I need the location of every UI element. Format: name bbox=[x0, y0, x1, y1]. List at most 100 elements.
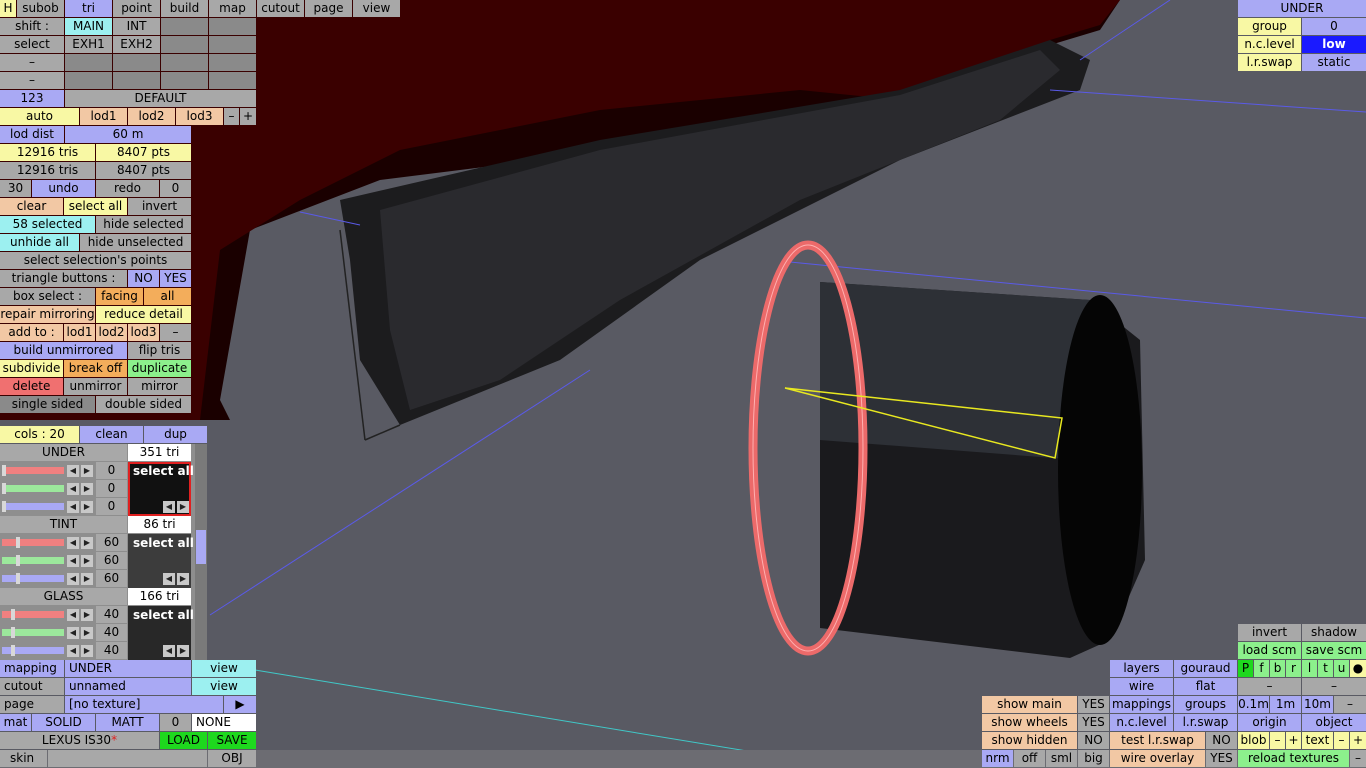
gouraud-button[interactable]: gouraud bbox=[1174, 660, 1237, 677]
color-list-scroll-thumb[interactable] bbox=[196, 530, 206, 564]
off-button[interactable]: off bbox=[1014, 750, 1045, 767]
arrow-left-icon[interactable]: ◀ bbox=[67, 645, 79, 657]
arrow-right-icon[interactable]: ▶ bbox=[81, 645, 93, 657]
slider-knob-glass-b[interactable] bbox=[11, 645, 15, 656]
hide-unselected-button[interactable]: hide unselected bbox=[80, 234, 191, 251]
undo-button[interactable]: undo bbox=[32, 180, 95, 197]
repair-mirroring-button[interactable]: repair mirroring bbox=[0, 306, 95, 323]
build-unmirrored-button[interactable]: build unmirrored bbox=[0, 342, 127, 359]
arrow-left-icon[interactable]: ◀ bbox=[67, 573, 79, 585]
arrow-right-icon[interactable]: ▶ bbox=[81, 501, 93, 513]
slider-tint-r[interactable] bbox=[2, 539, 64, 546]
select-all-under[interactable]: select all bbox=[133, 464, 194, 478]
swatch-next-icon[interactable]: ▶ bbox=[177, 645, 189, 657]
dash-row-2-slot-2[interactable] bbox=[113, 72, 160, 89]
groups-button[interactable]: groups bbox=[1174, 696, 1237, 713]
mapping-view-button[interactable]: view bbox=[192, 660, 256, 677]
group-value[interactable]: 0 bbox=[1302, 18, 1366, 35]
arrow-left-icon[interactable]: ◀ bbox=[67, 555, 79, 567]
build-button[interactable]: build bbox=[161, 0, 208, 17]
subob-button[interactable]: subob bbox=[17, 0, 64, 17]
value-under-r[interactable]: 0 bbox=[96, 462, 127, 479]
value-tint-g[interactable]: 60 bbox=[96, 552, 127, 569]
swatch-prev-icon[interactable]: ◀ bbox=[163, 573, 175, 585]
toggle-u[interactable]: u bbox=[1334, 660, 1349, 677]
swatch-prev-icon[interactable]: ◀ bbox=[163, 645, 175, 657]
flat-button[interactable]: flat bbox=[1174, 678, 1237, 695]
slider-knob-under-r[interactable] bbox=[2, 465, 6, 476]
view-button[interactable]: view bbox=[353, 0, 400, 17]
dup-colors-button[interactable]: dup bbox=[144, 426, 207, 443]
wire-overlay-value[interactable]: YES bbox=[1206, 750, 1237, 767]
break-off-button[interactable]: break off bbox=[64, 360, 127, 377]
exh2-button[interactable]: EXH2 bbox=[113, 36, 160, 53]
skin-field[interactable] bbox=[48, 750, 207, 767]
text-button[interactable]: text bbox=[1302, 732, 1333, 749]
delete-button[interactable]: delete bbox=[0, 378, 63, 395]
redo-button[interactable]: redo bbox=[96, 180, 159, 197]
obj-button[interactable]: OBJ bbox=[208, 750, 256, 767]
toggle-dot-icon[interactable]: ● bbox=[1350, 660, 1366, 677]
arrow-left-icon[interactable]: ◀ bbox=[67, 483, 79, 495]
reload-minus-button[interactable]: – bbox=[1350, 750, 1366, 767]
slider-tint-b[interactable] bbox=[2, 575, 64, 582]
reload-textures-button[interactable]: reload textures bbox=[1238, 750, 1349, 767]
lod-plus-button[interactable]: + bbox=[240, 108, 256, 125]
blob-minus-button[interactable]: – bbox=[1270, 732, 1285, 749]
slider-knob-under-b[interactable] bbox=[2, 501, 6, 512]
arrow-left-icon[interactable]: ◀ bbox=[67, 609, 79, 621]
value-glass-b[interactable]: 40 bbox=[96, 642, 127, 659]
slider-knob-tint-g[interactable] bbox=[16, 555, 20, 566]
slider-under-r[interactable] bbox=[2, 467, 64, 474]
dist-1m-button[interactable]: 1m bbox=[1270, 696, 1301, 713]
duplicate-button[interactable]: duplicate bbox=[128, 360, 191, 377]
dash-row-1-slot-2[interactable] bbox=[113, 54, 160, 71]
mat-matt-button[interactable]: MATT bbox=[96, 714, 159, 731]
toggle-f[interactable]: f bbox=[1254, 660, 1269, 677]
minus-button-1[interactable]: – bbox=[1238, 678, 1301, 695]
lod3-button[interactable]: lod3 bbox=[176, 108, 223, 125]
default-button[interactable]: DEFAULT bbox=[65, 90, 256, 107]
shift-empty-2[interactable] bbox=[209, 18, 256, 35]
arrow-right-icon[interactable]: ▶ bbox=[81, 555, 93, 567]
arrow-right-icon[interactable]: ▶ bbox=[81, 483, 93, 495]
arrow-right-icon[interactable]: ▶ bbox=[81, 573, 93, 585]
arrow-right-icon[interactable]: ▶ bbox=[81, 465, 93, 477]
test-lr-swap-value[interactable]: NO bbox=[1206, 732, 1237, 749]
arrow-right-icon[interactable]: ▶ bbox=[81, 609, 93, 621]
page-next-arrow-icon[interactable]: ▶ bbox=[224, 696, 256, 713]
dash-row-1-slot-3[interactable] bbox=[161, 54, 208, 71]
triangle-buttons-yes[interactable]: YES bbox=[160, 270, 191, 287]
color-name-glass[interactable]: GLASS bbox=[0, 588, 127, 605]
add-to-lod1[interactable]: lod1 bbox=[64, 324, 95, 341]
load-button[interactable]: LOAD bbox=[160, 732, 207, 749]
slider-under-b[interactable] bbox=[2, 503, 64, 510]
slider-tint-g[interactable] bbox=[2, 557, 64, 564]
int-shift-button[interactable]: INT bbox=[113, 18, 160, 35]
cutout-view-button[interactable]: view bbox=[192, 678, 256, 695]
arrow-right-icon[interactable]: ▶ bbox=[81, 537, 93, 549]
lod-minus-button[interactable]: – bbox=[224, 108, 239, 125]
slider-knob-tint-r[interactable] bbox=[16, 537, 20, 548]
select-all-glass[interactable]: select all bbox=[133, 608, 194, 622]
page-button[interactable]: page bbox=[305, 0, 352, 17]
object-button[interactable]: object bbox=[1302, 714, 1366, 731]
dash-row-2-slot-1[interactable] bbox=[65, 72, 112, 89]
nc-level-button[interactable]: n.c.level bbox=[1110, 714, 1173, 731]
slider-knob-under-g[interactable] bbox=[2, 483, 6, 494]
load-scm-button[interactable]: load scm bbox=[1238, 642, 1301, 659]
toggle-t[interactable]: t bbox=[1318, 660, 1333, 677]
lr-swap-value[interactable]: static bbox=[1302, 54, 1366, 71]
auto-lod-button[interactable]: auto bbox=[0, 108, 79, 125]
dist-0-1m-button[interactable]: 0.1m bbox=[1238, 696, 1269, 713]
double-sided-button[interactable]: double sided bbox=[96, 396, 191, 413]
dist-10m-button[interactable]: 10m bbox=[1302, 696, 1333, 713]
triangle-buttons-no[interactable]: NO bbox=[128, 270, 159, 287]
blob-button[interactable]: blob bbox=[1238, 732, 1269, 749]
nrm-button[interactable]: nrm bbox=[982, 750, 1013, 767]
point-button[interactable]: point bbox=[113, 0, 160, 17]
mat-solid-button[interactable]: SOLID bbox=[32, 714, 95, 731]
toggle-r[interactable]: r bbox=[1286, 660, 1301, 677]
arrow-left-icon[interactable]: ◀ bbox=[67, 501, 79, 513]
wire-button[interactable]: wire bbox=[1110, 678, 1173, 695]
